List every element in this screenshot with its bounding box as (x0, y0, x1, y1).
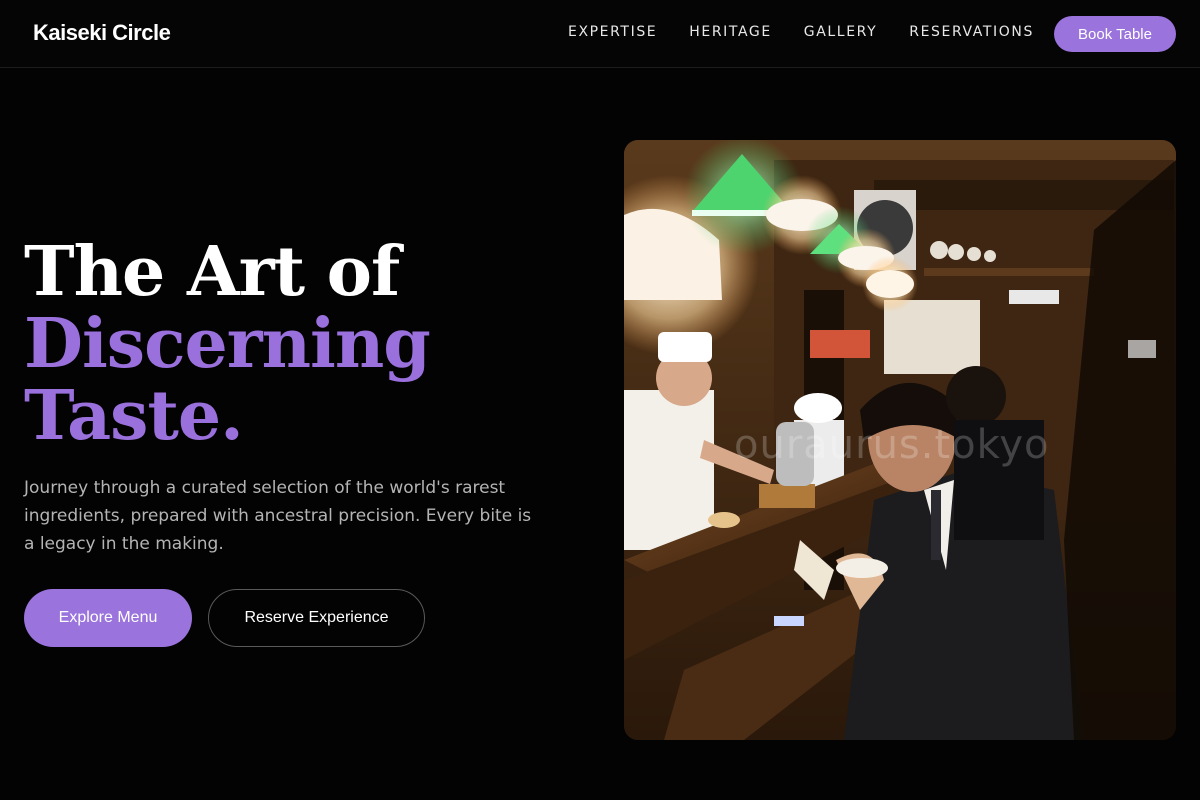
nav-link-reservations[interactable]: RESERVATIONS (909, 24, 1034, 40)
top-navbar: Kaiseki Circle EXPERTISE HERITAGE GALLER… (0, 0, 1200, 68)
photo-watermark: ouraurus.tokyo (734, 422, 1050, 468)
hero-title-line-3: Taste. (24, 376, 244, 456)
hero-title-line-1: The Art of (24, 232, 400, 312)
nav-links: EXPERTISE HERITAGE GALLERY RESERVATIONS (568, 24, 1066, 40)
nav-link-expertise[interactable]: EXPERTISE (568, 24, 657, 40)
hero-photo: ouraurus.tokyo (624, 140, 1176, 740)
explore-menu-button[interactable]: Explore Menu (24, 589, 192, 647)
hero-title-line-2: Discerning (24, 304, 431, 384)
nav-link-gallery[interactable]: GALLERY (804, 24, 877, 40)
reserve-experience-button[interactable]: Reserve Experience (208, 589, 425, 647)
book-table-button[interactable]: Book Table (1054, 16, 1176, 52)
brand-logo[interactable]: Kaiseki Circle (33, 20, 171, 46)
hero-subtitle: Journey through a curated selection of t… (24, 478, 532, 554)
nav-link-heritage[interactable]: HERITAGE (689, 24, 772, 40)
hero-title: The Art of Discerning Taste. (24, 232, 431, 456)
